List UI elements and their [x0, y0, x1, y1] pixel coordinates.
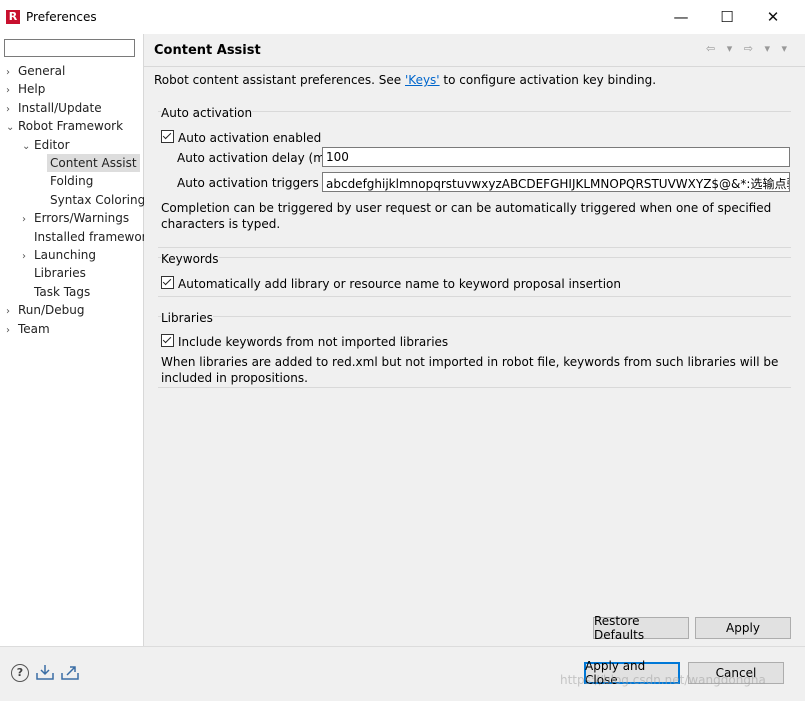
export-icon[interactable]: [61, 664, 79, 680]
import-icon[interactable]: [36, 664, 54, 680]
robot-logo-icon: R: [6, 10, 20, 24]
chevron-right-icon[interactable]: ›: [6, 303, 18, 321]
chevron-right-icon[interactable]: ›: [22, 211, 34, 229]
help-icon[interactable]: ?: [11, 664, 29, 682]
page-description: Robot content assistant preferences. See…: [154, 73, 656, 87]
sidebar-item-label: Errors/Warnings: [34, 211, 130, 226]
auto-activation-triggers-input[interactable]: abcdefghijklmnopqrstuvwxyzABCDEFGHIJKLMN…: [322, 172, 790, 192]
sidebar-item-label: Content Assist: [47, 154, 140, 172]
close-button[interactable]: ✕: [750, 0, 796, 34]
sidebar-item[interactable]: Syntax Coloring: [38, 191, 145, 209]
sidebar-item-label: Folding: [50, 174, 94, 189]
auto-activation-delay-label: Auto activation delay (ms): [177, 151, 336, 165]
sidebar-item[interactable]: Folding: [38, 172, 93, 190]
libraries-note: When libraries are added to red.xml but …: [161, 355, 779, 385]
sidebar-item-label: Install/Update: [18, 100, 102, 115]
add-library-name-label: Automatically add library or resource na…: [178, 277, 621, 291]
checkbox-checked-icon[interactable]: [161, 276, 174, 289]
sidebar-item[interactable]: Content Assist: [38, 154, 140, 172]
sidebar-item[interactable]: › Team: [6, 320, 50, 338]
chevron-right-icon[interactable]: ›: [22, 248, 34, 266]
chevron-right-icon[interactable]: ›: [6, 64, 18, 82]
sidebar-item[interactable]: › Errors/Warnings: [22, 209, 129, 227]
auto-activation-delay-input[interactable]: 100: [322, 147, 790, 167]
include-not-imported-label: Include keywords from not imported libra…: [178, 335, 449, 349]
sidebar-item-label: Editor: [34, 137, 70, 152]
watermark-text: https://blog.csdn.net/wangdongha: [560, 673, 766, 687]
chevron-down-icon[interactable]: ⌄: [22, 138, 34, 156]
page-title: Content Assist: [154, 43, 261, 58]
description-text: Robot content assistant preferences. See: [154, 73, 405, 87]
sidebar-item-label: Launching: [34, 248, 97, 262]
sidebar-item[interactable]: › Install/Update: [6, 99, 102, 117]
filter-input[interactable]: [4, 39, 135, 57]
sidebar-item-label: Team: [18, 321, 50, 336]
sidebar-item[interactable]: › Help: [6, 80, 45, 98]
preference-page: Content Assist ⇦ ▾ ⇨ ▾ ▾ Robot content a…: [144, 34, 805, 646]
restore-defaults-button[interactable]: Restore Defaults: [593, 614, 689, 642]
auto-activation-enabled-label: Auto activation enabled: [178, 131, 322, 145]
chevron-right-icon[interactable]: ›: [6, 322, 18, 340]
maximize-button[interactable]: ☐: [704, 0, 750, 34]
sidebar-item[interactable]: Libraries: [22, 264, 86, 282]
completion-note: Completion can be triggered by user requ…: [161, 201, 772, 231]
sidebar-item[interactable]: › Run/Debug: [6, 301, 85, 319]
chevron-right-icon[interactable]: ›: [6, 101, 18, 119]
checkbox-checked-icon[interactable]: [161, 334, 174, 347]
title-bar: R Preferences — ☐ ✕: [0, 0, 805, 34]
sidebar-item[interactable]: Installed frameworks: [22, 228, 160, 246]
apply-button[interactable]: Apply: [695, 617, 791, 639]
chevron-down-icon[interactable]: ⌄: [6, 119, 18, 137]
dialog-button-bar: ? Apply and Close Cancel https://blog.cs…: [0, 646, 805, 701]
navigation-arrows-icon[interactable]: ⇦ ▾ ⇨ ▾ ▾: [706, 42, 791, 55]
sidebar-item[interactable]: ⌄ Robot Framework: [6, 117, 123, 135]
sidebar-item-label: Run/Debug: [18, 303, 85, 318]
sidebar-item[interactable]: ⌄ Editor: [22, 136, 70, 154]
libraries-title: Libraries: [161, 311, 213, 325]
keys-link[interactable]: 'Keys': [405, 73, 440, 87]
keywords-title: Keywords: [161, 252, 219, 266]
sidebar-item-label: Syntax Coloring: [50, 192, 146, 207]
sidebar-item[interactable]: › General: [6, 62, 65, 80]
sidebar-item[interactable]: › Launching: [22, 246, 96, 264]
window-title: Preferences: [26, 10, 97, 24]
checkbox-checked-icon[interactable]: [161, 130, 174, 143]
auto-activation-title: Auto activation: [161, 106, 253, 120]
chevron-right-icon[interactable]: ›: [6, 82, 18, 100]
auto-activation-triggers-label: Auto activation triggers: [177, 176, 319, 190]
sidebar-item-label: General: [18, 64, 66, 78]
sidebar-item-label: Robot Framework: [18, 119, 124, 134]
sidebar-item-label: Installed frameworks: [34, 229, 160, 244]
include-not-imported-checkbox[interactable]: Include keywords from not imported libra…: [161, 333, 448, 349]
sidebar-item-label: Help: [18, 82, 46, 97]
add-library-name-checkbox[interactable]: Automatically add library or resource na…: [161, 275, 621, 291]
minimize-button[interactable]: —: [658, 0, 704, 34]
preferences-sidebar: › General › Help › Install/Update ⌄ Robot Frame…: [0, 34, 160, 680]
auto-activation-enabled-checkbox[interactable]: Auto activation enabled: [161, 129, 321, 145]
sidebar-item-label: Libraries: [34, 266, 86, 281]
description-text-end: to configure activation key binding.: [439, 73, 657, 87]
sidebar-item-label: Task Tags: [34, 284, 91, 299]
page-header: Content Assist ⇦ ▾ ⇨ ▾ ▾: [144, 34, 805, 67]
sidebar-item[interactable]: Task Tags: [22, 283, 90, 301]
